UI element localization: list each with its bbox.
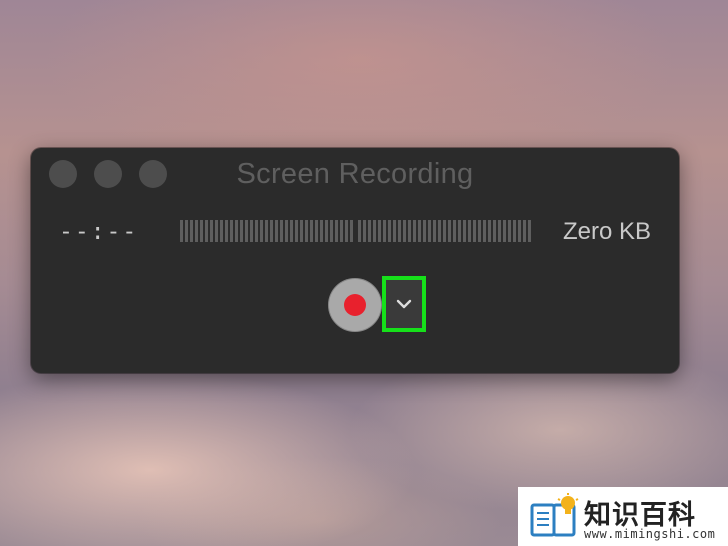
meter-segment [180, 220, 183, 242]
meter-segment [383, 220, 386, 242]
meter-segment [295, 220, 298, 242]
meter-segment [408, 220, 411, 242]
meter-segment [255, 220, 258, 242]
meter-segment [275, 220, 278, 242]
meter-segment [325, 220, 328, 242]
meter-segment [453, 220, 456, 242]
meter-segment [270, 220, 273, 242]
meter-segment [463, 220, 466, 242]
options-dropdown-button[interactable] [382, 276, 426, 332]
meter-segment [358, 220, 361, 242]
meter-segment [350, 220, 353, 242]
meter-segment [195, 220, 198, 242]
audio-level-meter [180, 220, 531, 242]
meter-segment [373, 220, 376, 242]
meter-segment [503, 220, 506, 242]
meter-segment [428, 220, 431, 242]
meter-segment [200, 220, 203, 242]
meter-segment [438, 220, 441, 242]
meter-segment [190, 220, 193, 242]
meter-segment [423, 220, 426, 242]
meter-segment [473, 220, 476, 242]
meter-segment [260, 220, 263, 242]
meter-segment [433, 220, 436, 242]
meter-segment [443, 220, 446, 242]
meter-segment [388, 220, 391, 242]
meter-segment [345, 220, 348, 242]
meter-segment [280, 220, 283, 242]
meter-segment [335, 220, 338, 242]
meter-segment [250, 220, 253, 242]
meter-segment [393, 220, 396, 242]
meter-segment [528, 220, 531, 242]
meter-segment [290, 220, 293, 242]
meter-segment [330, 220, 333, 242]
meter-segment [320, 220, 323, 242]
meter-segment [300, 220, 303, 242]
meter-segment [378, 220, 381, 242]
meter-segment [210, 220, 213, 242]
meter-segment [265, 220, 268, 242]
meter-segment [508, 220, 511, 242]
meter-segment [478, 220, 481, 242]
meter-segment [523, 220, 526, 242]
watermark-badge: 知识百科 www.mimingshi.com [518, 487, 728, 546]
meter-segment [398, 220, 401, 242]
meter-segment [403, 220, 406, 242]
book-lightbulb-icon [530, 493, 579, 537]
meter-segment [220, 220, 223, 242]
meter-segment [235, 220, 238, 242]
elapsed-time: --:-- [59, 219, 139, 245]
meter-segment [498, 220, 501, 242]
meter-segment [225, 220, 228, 242]
record-dot-icon [344, 294, 366, 316]
meter-segment [240, 220, 243, 242]
meter-segment [468, 220, 471, 242]
file-size: Zero KB [562, 218, 651, 245]
meter-segment [518, 220, 521, 242]
meter-segment [448, 220, 451, 242]
meter-segment [418, 220, 421, 242]
meter-segment [315, 220, 318, 242]
meter-segment [215, 220, 218, 242]
meter-segment [363, 220, 366, 242]
meter-segment [205, 220, 208, 242]
meter-segment [305, 220, 308, 242]
meter-segment [493, 220, 496, 242]
meter-segment [230, 220, 233, 242]
screen-recording-window: Screen Recording --:-- Zero KB [31, 148, 679, 373]
record-button[interactable] [328, 278, 382, 332]
meter-segment [483, 220, 486, 242]
meter-segment [245, 220, 248, 242]
meter-segment [488, 220, 491, 242]
meter-segment [513, 220, 516, 242]
meter-segment [368, 220, 371, 242]
chevron-down-icon [396, 299, 412, 309]
meter-segment [285, 220, 288, 242]
meter-segment [413, 220, 416, 242]
meter-segment [458, 220, 461, 242]
meter-segment [310, 220, 313, 242]
window-title: Screen Recording [236, 158, 474, 190]
meter-segment [185, 220, 188, 242]
watermark-url: www.mimingshi.com [584, 527, 716, 541]
meter-segment [340, 220, 343, 242]
